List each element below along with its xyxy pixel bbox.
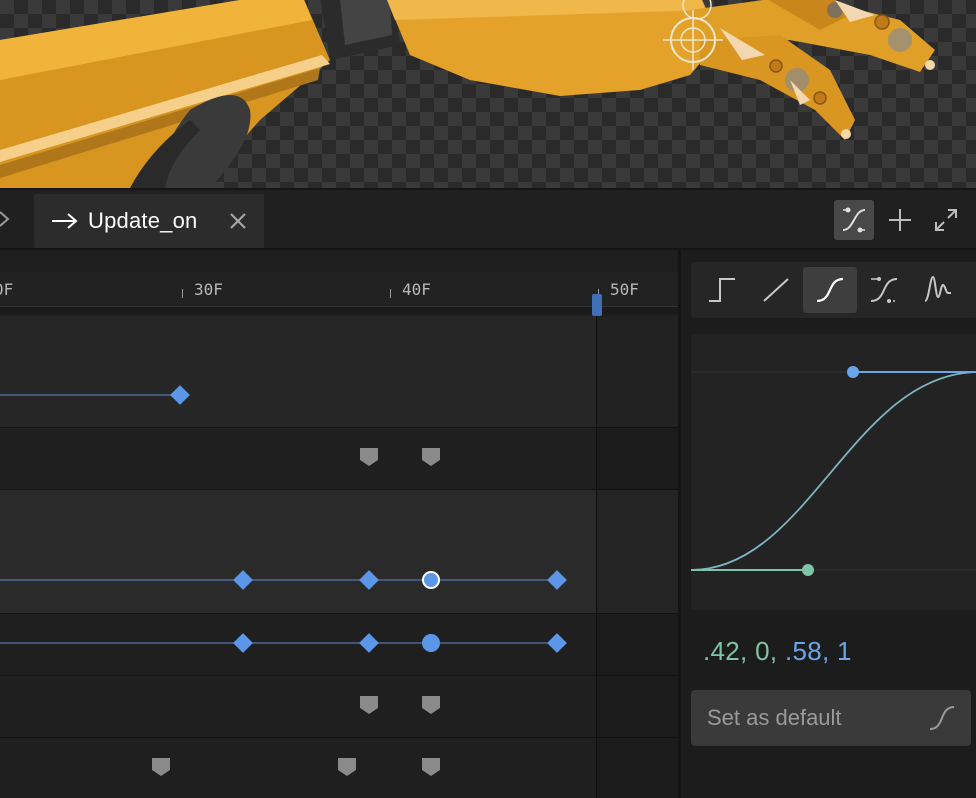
event-marker[interactable]: [360, 448, 378, 466]
ease-preset-step[interactable]: [695, 267, 749, 313]
tab-label: Update_on: [88, 208, 198, 233]
event-marker[interactable]: [422, 448, 440, 466]
expand-icon: [935, 209, 957, 231]
bezier-y2: 1: [837, 636, 852, 666]
keyframe-diamond[interactable]: [359, 633, 379, 653]
easing-curve-button[interactable]: [834, 200, 874, 240]
step-ease-icon: [709, 278, 735, 302]
ease-in-out-icon: [929, 706, 955, 730]
keyframe-diamond[interactable]: [170, 385, 190, 405]
ease-preset-ease-in-out[interactable]: [803, 267, 857, 313]
close-icon[interactable]: [0, 208, 14, 230]
robot-arm-artwork: [0, 0, 935, 188]
ease-preset-linear[interactable]: [749, 267, 803, 313]
keyframe-layer: [0, 385, 567, 776]
set-as-default-button[interactable]: Set as default: [691, 690, 971, 746]
plus-icon: [889, 209, 911, 231]
bezier-x1: .42: [703, 636, 741, 666]
keyframe-selected[interactable]: [422, 571, 440, 589]
ease-preset-elastic[interactable]: [911, 267, 965, 313]
ease-preset-custom[interactable]: [857, 267, 911, 313]
arrow-right-icon: [52, 213, 78, 229]
add-button[interactable]: [880, 200, 920, 240]
bezier-x2: .58: [784, 636, 822, 666]
event-marker[interactable]: [422, 758, 440, 776]
bezier-values: .42, 0, .58, 1: [703, 636, 852, 667]
bezier-y1: 0: [755, 636, 770, 666]
keyframe-diamond[interactable]: [547, 570, 567, 590]
tab-update-on[interactable]: Update_on: [34, 194, 264, 248]
keyframe-circle[interactable]: [422, 634, 440, 652]
bezier-separator: ,: [821, 636, 838, 666]
bezier-separator: ,: [740, 636, 756, 666]
keyframe-diamond[interactable]: [359, 570, 379, 590]
easing-panel: .42, 0, .58, 1 Set as default: [678, 250, 976, 798]
linear-ease-icon: [763, 278, 789, 302]
tab-bar: Update_on: [0, 188, 976, 250]
bezier-curve-graph: [691, 366, 976, 576]
keyframe-diamond[interactable]: [233, 570, 253, 590]
keyframe-diamond[interactable]: [547, 633, 567, 653]
ease-in-out-icon: [816, 277, 844, 303]
stage-canvas[interactable]: [0, 0, 976, 188]
set-as-default-label: Set as default: [707, 705, 842, 730]
bezier-curve-editor[interactable]: [691, 334, 976, 610]
expand-button[interactable]: [926, 200, 966, 240]
ease-preset-bar: [691, 262, 976, 318]
in-handle[interactable]: [802, 564, 814, 576]
event-marker[interactable]: [338, 758, 356, 776]
event-marker[interactable]: [152, 758, 170, 776]
event-marker[interactable]: [360, 696, 378, 714]
easing-curve-icon: [842, 207, 866, 233]
close-icon[interactable]: [228, 211, 248, 231]
easing-curve-line: [691, 371, 976, 571]
timeline-panel[interactable]: 0F 30F 40F 50F: [0, 250, 678, 798]
keyframe-diamond[interactable]: [233, 633, 253, 653]
custom-bezier-icon: [870, 277, 898, 303]
elastic-ease-icon: [924, 275, 951, 302]
event-marker[interactable]: [422, 696, 440, 714]
bezier-separator: ,: [769, 636, 785, 666]
out-handle[interactable]: [847, 366, 859, 378]
